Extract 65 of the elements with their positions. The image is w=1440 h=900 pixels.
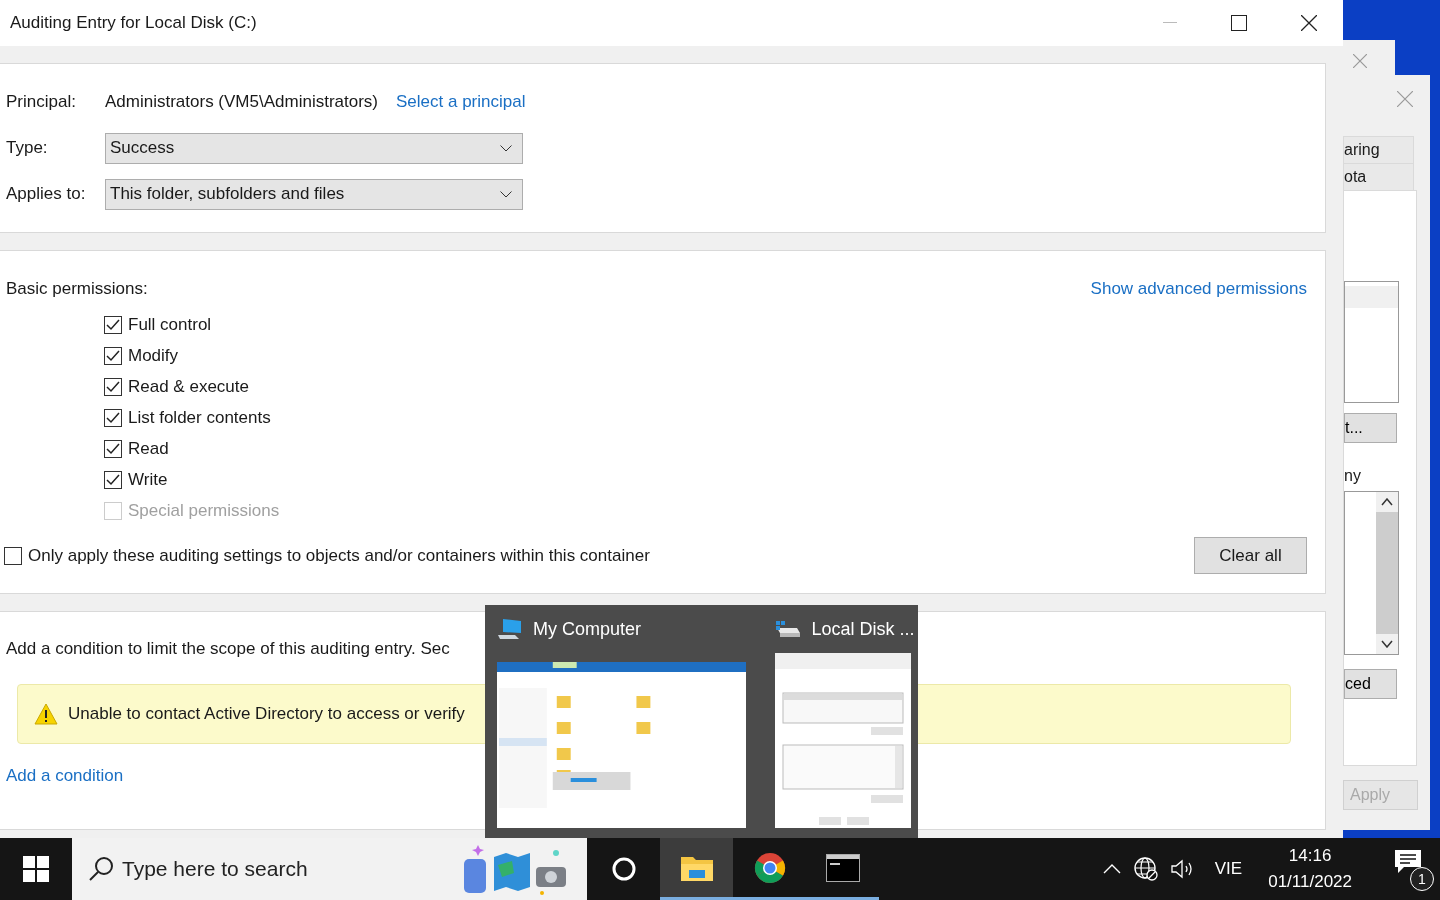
time-text: 14:16 [1288,846,1332,866]
scroll-down-icon[interactable] [1381,640,1393,648]
clear-all-button[interactable]: Clear all [1194,537,1307,574]
checkbox[interactable] [104,316,122,334]
browser-icon [753,851,786,884]
preview-title: Local Disk ... [811,618,915,640]
globe-icon[interactable] [1132,856,1159,882]
permission-label: Read [128,439,169,459]
advanced-permissions-link[interactable]: Show advanced permissions [1090,279,1307,299]
permission-label: Modify [128,346,179,366]
chevron-up-icon[interactable] [1102,864,1121,874]
explorer-taskbar-button[interactable] [660,838,733,900]
clock[interactable]: 14:16 01/11/2022 [1268,846,1352,892]
language-indicator[interactable]: VIE [1214,859,1243,879]
ring-icon [610,856,637,882]
permissions-heading: Basic permissions: [6,279,148,299]
checkbox[interactable] [104,409,122,427]
edit-button[interactable]: t... [1344,413,1397,443]
permission-label: Write [128,470,168,490]
windows-logo-icon[interactable] [23,856,49,882]
chevron-icon [500,190,512,198]
notification-icon[interactable] [1394,849,1422,875]
principal-value: Administrators (VM5\Administrators) [105,92,378,112]
search-input[interactable]: Type here to search [120,856,454,882]
scrollbar[interactable] [1376,492,1398,654]
checkbox[interactable] [104,347,122,365]
select-principal-link[interactable]: Select a principal [396,92,526,112]
add-condition-link[interactable]: Add a condition [6,766,124,786]
checkbox[interactable] [4,546,22,565]
computer-icon [497,618,523,640]
warning-text: Unable to contact Active Directory to access or verify [68,704,465,724]
chevron-icon [500,144,512,152]
type-dropdown[interactable]: Success [105,132,523,164]
checkbox[interactable] [104,378,122,396]
applies-to-dropdown[interactable]: This folder, subfolders and files [105,178,523,210]
checkbox[interactable] [104,440,122,458]
permission-label: Read & execute [128,377,249,397]
close-icon[interactable] [1301,15,1317,31]
search-field[interactable]: Type here to search [72,838,587,900]
condition-description: Add a condition to limit the scope of this auditing entry. Sec [6,639,451,659]
preview-item[interactable]: My Computer [485,605,766,838]
speaker-icon[interactable] [1170,859,1195,879]
applies-to-label: Applies to: [6,184,87,204]
tab[interactable]: ota [1343,163,1414,191]
search-icon [88,856,114,882]
advanced-button[interactable]: ced [1344,669,1397,699]
window-title: Auditing Entry for Local Disk (C:) [10,13,257,33]
tab[interactable]: aring [1343,136,1414,164]
permission-label: List folder contents [128,408,271,428]
permission-label: Full control [128,315,212,335]
list-label: ny [1344,467,1361,485]
type-label: Type: [6,138,49,158]
checkbox[interactable] [104,471,122,489]
preview-item[interactable]: Local Disk ... [765,605,918,838]
terminal-icon [825,853,860,882]
notification-count: 1 [1410,867,1434,891]
drive-icon [775,620,802,638]
warning-icon [34,703,58,725]
checkbox-label: Only apply these auditing settings to objects and/or containers within this container [28,545,650,566]
preview-title: My Computer [533,618,642,640]
scroll-up-icon[interactable] [1381,498,1393,506]
permission-label: Special permissions [128,501,280,521]
principal-label: Principal: [6,92,77,112]
maximize-icon[interactable] [1231,15,1247,31]
date-text: 01/11/2022 [1268,872,1352,892]
